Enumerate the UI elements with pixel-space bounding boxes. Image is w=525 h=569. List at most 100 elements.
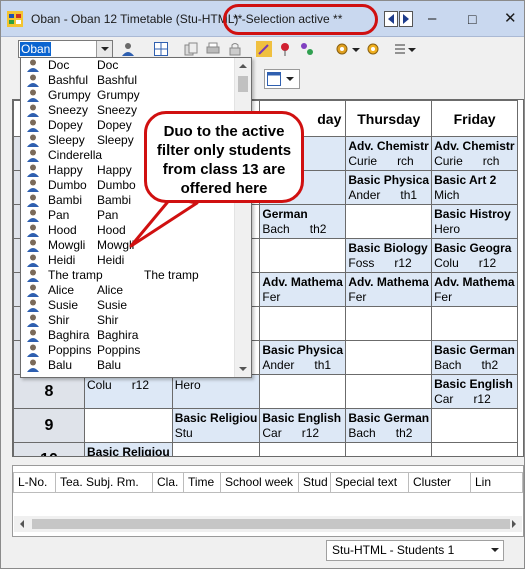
next-element-button[interactable]: [399, 11, 413, 27]
dropdown-item[interactable]: Grumpy Grumpy: [21, 88, 234, 103]
lesson-cell[interactable]: Basic Geogra Colu r12: [431, 238, 519, 273]
column-header[interactable]: Time: [184, 472, 221, 493]
lesson-cell[interactable]: Basic English Car r12: [431, 374, 519, 409]
empty-cell[interactable]: [259, 238, 347, 273]
lesson-cell[interactable]: Adv. Mathema Fer: [431, 272, 519, 307]
lesson-cell[interactable]: Hero: [171, 374, 261, 409]
lesson-cell[interactable]: German Bach th2: [259, 204, 347, 239]
lesson-cell[interactable]: Basic German Bach th2: [431, 340, 519, 375]
empty-cell[interactable]: [259, 374, 347, 409]
empty-cell[interactable]: [431, 408, 519, 443]
empty-cell[interactable]: [345, 306, 433, 341]
lesson-cell[interactable]: Basic German Bach th2: [345, 408, 433, 443]
column-header[interactable]: Lin: [471, 472, 523, 493]
chevron-down-icon[interactable]: [491, 548, 499, 552]
student-select-value[interactable]: Oban: [20, 42, 52, 56]
empty-cell[interactable]: [345, 340, 433, 375]
student-icon[interactable]: [120, 41, 136, 57]
dropdown-item[interactable]: Bashful Bashful: [21, 73, 234, 88]
copy-icon[interactable]: [183, 41, 199, 57]
dropdown-item[interactable]: Poppins Poppins: [21, 343, 234, 358]
lesson-cell[interactable]: Basic Physica Ander th1: [259, 340, 347, 375]
wand-icon[interactable]: [256, 41, 272, 57]
dropdown-item[interactable]: Baghira Baghira: [21, 328, 234, 343]
lesson-cell[interactable]: Basic English Car r12: [259, 408, 347, 443]
empty-cell[interactable]: [345, 442, 433, 456]
lesson-cell[interactable]: Colu r12: [84, 374, 173, 409]
dropdown-item[interactable]: Doc Doc: [21, 58, 234, 73]
student-icon: [27, 104, 39, 117]
lesson-cell[interactable]: Basic Physica Ander th1: [345, 170, 433, 205]
previous-element-button[interactable]: [384, 11, 398, 27]
lesson-cell[interactable]: Basic ReligiouStu: [84, 442, 173, 456]
minimize-button[interactable]: –: [428, 11, 436, 27]
column-header[interactable]: L-No.: [13, 472, 56, 493]
gear-icon[interactable]: [365, 41, 381, 57]
lesson-cell[interactable]: Basic Art 2 Mich: [431, 170, 519, 205]
print-icon[interactable]: [205, 41, 221, 57]
empty-cell[interactable]: [171, 442, 261, 456]
chevron-down-icon[interactable]: [286, 77, 294, 81]
column-header[interactable]: Tea. Subj. Rm.: [56, 472, 153, 493]
dropdown-item-long: The tramp: [144, 268, 199, 282]
column-header[interactable]: Cla.: [153, 472, 184, 493]
column-header[interactable]: School week: [221, 472, 299, 493]
scroll-left-icon[interactable]: [14, 516, 30, 532]
scroll-down-icon[interactable]: [235, 361, 251, 377]
dropdown-item[interactable]: Alice Alice: [21, 283, 234, 298]
scroll-right-icon[interactable]: [506, 516, 522, 532]
scrollbar-thumb[interactable]: [238, 76, 248, 92]
close-button[interactable]: ✕: [504, 11, 517, 27]
scroll-up-icon[interactable]: [235, 58, 251, 74]
view-selector[interactable]: Stu-HTML - Students 1: [326, 540, 504, 561]
pin-icon[interactable]: [277, 41, 293, 57]
maximize-button[interactable]: □: [468, 11, 476, 27]
period-row: 10Basic ReligiouStu: [13, 442, 519, 456]
empty-cell[interactable]: [84, 408, 173, 443]
student-select-combo[interactable]: Oban: [18, 40, 113, 58]
empty-cell[interactable]: [431, 442, 519, 456]
lesson-cell[interactable]: Adv. Chemistr Curie rch: [345, 136, 433, 171]
lesson-room: [469, 188, 479, 202]
dropdown-item[interactable]: Hood Hood: [21, 223, 234, 238]
settings-dropdown-arrow[interactable]: [352, 48, 360, 52]
dropdown-item[interactable]: Susie Susie: [21, 298, 234, 313]
lesson-cell[interactable]: Basic Histroy Hero: [431, 204, 519, 239]
dropdown-item-short: Baghira: [48, 328, 90, 342]
column-header[interactable]: Stud: [299, 472, 331, 493]
empty-cell[interactable]: [259, 306, 347, 341]
student-icon: [27, 194, 39, 207]
lesson-cell[interactable]: Basic Biology Foss r12: [345, 238, 433, 273]
dropdown-item[interactable]: Pan Pan: [21, 208, 234, 223]
lesson-cell[interactable]: Adv. Mathema Fer: [345, 272, 433, 307]
lock-icon[interactable]: [227, 41, 243, 57]
list-menu-dropdown-arrow[interactable]: [408, 48, 416, 52]
dropdown-item[interactable]: Mowgli Mowgli: [21, 238, 234, 253]
lesson-room: r12: [394, 256, 412, 270]
student-icon: [27, 164, 39, 177]
scrollbar-thumb[interactable]: [32, 519, 510, 529]
list-menu-icon[interactable]: [393, 41, 409, 57]
dropdown-item[interactable]: Balu Balu: [21, 358, 234, 373]
view-layout-button[interactable]: [264, 69, 300, 89]
table-view-icon[interactable]: [153, 41, 169, 57]
lesson-list-scrollbar[interactable]: [14, 516, 522, 532]
column-header[interactable]: Cluster: [409, 472, 471, 493]
view-selector-value[interactable]: Stu-HTML - Students 1: [332, 543, 454, 557]
dropdown-scrollbar[interactable]: [234, 58, 251, 377]
dropdown-item[interactable]: Shir Shir: [21, 313, 234, 328]
empty-cell[interactable]: [259, 442, 347, 456]
student-dropdown-list[interactable]: Doc Doc Bashful Bashful Grumpy Grumpy Sneezy Sn…: [20, 57, 252, 378]
empty-cell[interactable]: [431, 306, 519, 341]
lesson-cell[interactable]: Adv. Chemistr Curie rch: [431, 136, 519, 171]
lesson-cell[interactable]: Adv. Mathema Fer: [259, 272, 347, 307]
empty-cell[interactable]: [345, 204, 433, 239]
lesson-cell[interactable]: Basic ReligiouStu: [171, 408, 261, 443]
chevron-down-icon[interactable]: [96, 41, 112, 57]
filter-icon[interactable]: [299, 41, 315, 57]
dropdown-item[interactable]: The tramp The tramp: [21, 268, 234, 283]
empty-cell[interactable]: [345, 374, 433, 409]
column-header[interactable]: Special text: [331, 472, 409, 493]
dropdown-item[interactable]: Heidi Heidi: [21, 253, 234, 268]
settings-icon[interactable]: [334, 41, 350, 57]
